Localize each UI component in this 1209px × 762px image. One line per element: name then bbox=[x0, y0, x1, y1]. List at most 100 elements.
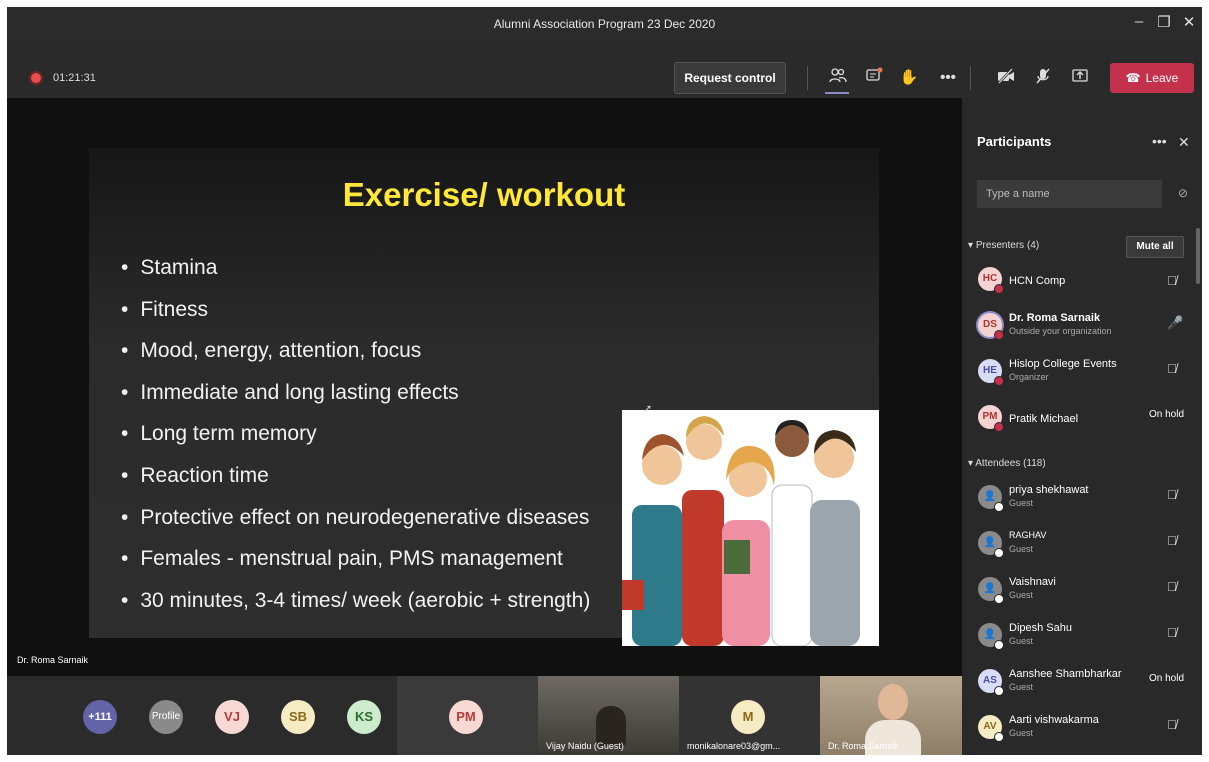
participant-gallery: +111 Profile VJ SB KS PM Vijay Naidu (Gu… bbox=[7, 676, 962, 755]
avatar-ks[interactable]: KS bbox=[347, 700, 381, 734]
profile-avatar[interactable]: Profile bbox=[149, 700, 183, 734]
video-person-face bbox=[878, 684, 908, 720]
minimize-icon[interactable]: – bbox=[1127, 13, 1151, 30]
meeting-timer: 01:21:31 bbox=[53, 72, 96, 84]
mic-off-icon[interactable] bbox=[1032, 67, 1054, 89]
participant-row[interactable]: 👤 Dipesh Sahu Guest 🎙̸ bbox=[962, 616, 1202, 662]
close-icon[interactable]: ✕ bbox=[1177, 13, 1201, 31]
mic-off-icon[interactable]: 🎙̸ bbox=[1167, 273, 1177, 288]
participant-tile-pm[interactable]: PM bbox=[397, 676, 538, 755]
slide-bullet: Protective effect on neurodegenerative d… bbox=[121, 498, 590, 540]
status-dot bbox=[994, 284, 1004, 294]
participant-row[interactable]: AS Aanshee Shambharkar Guest On hold bbox=[962, 662, 1202, 708]
slide-bullet: Females - menstrual pain, PMS management bbox=[121, 539, 590, 581]
mic-on-icon[interactable]: 🎤 bbox=[1167, 315, 1183, 331]
participant-row[interactable]: HE Hislop College Events Organizer 🎙̸ bbox=[962, 352, 1202, 398]
participant-tile-label: monikalonare03@gm... bbox=[687, 741, 781, 751]
slide-bullet-list: Stamina Fitness Mood, energy, attention,… bbox=[121, 248, 590, 622]
slide-bullet: Reaction time bbox=[121, 456, 590, 498]
participant-subtitle: Guest bbox=[1009, 728, 1034, 738]
shared-screen-stage: Exercise/ workout Stamina Fitness Mood, … bbox=[7, 98, 962, 676]
status-dot bbox=[994, 422, 1004, 432]
participant-name: HCN Comp bbox=[1009, 275, 1066, 287]
share-invite-icon[interactable]: ⊘ bbox=[1178, 186, 1188, 200]
participant-search-input[interactable] bbox=[977, 180, 1162, 208]
camera-off-icon[interactable] bbox=[995, 67, 1017, 89]
avatar-pm: PM bbox=[449, 700, 483, 734]
participant-name: Pratik Michael bbox=[1009, 413, 1079, 425]
more-options-icon[interactable]: ••• bbox=[937, 67, 959, 89]
presenter-name-label: Dr. Roma Sarnaik bbox=[17, 655, 89, 665]
slide-bullet: Immediate and long lasting effects bbox=[121, 373, 590, 415]
status-dot bbox=[994, 732, 1004, 742]
presenters-header[interactable]: ▾ Presenters (4) bbox=[968, 240, 1039, 251]
participant-name: Dr. Roma Sarnaik bbox=[1009, 312, 1101, 324]
mic-off-icon[interactable]: 🎙̸ bbox=[1167, 625, 1177, 640]
phone-hangup-icon: ☎ bbox=[1125, 71, 1141, 85]
participant-row[interactable]: PM Pratik Michael On hold bbox=[962, 398, 1202, 444]
mic-off-icon[interactable]: 🎙̸ bbox=[1167, 487, 1177, 502]
slide-bullet: 30 minutes, 3-4 times/ week (aerobic + s… bbox=[121, 581, 590, 623]
status-dot bbox=[994, 686, 1004, 696]
window-title: Alumni Association Program 23 Dec 2020 bbox=[493, 17, 716, 31]
participant-row[interactable]: 👤 Vaishnavi Guest 🎙̸ bbox=[962, 570, 1202, 616]
participant-name: Hislop College Events bbox=[1009, 358, 1117, 370]
video-tile-vijay[interactable]: Vijay Naidu (Guest) bbox=[538, 676, 679, 755]
mic-off-icon[interactable]: 🎙̸ bbox=[1167, 361, 1177, 376]
mic-off-icon[interactable]: 🎙̸ bbox=[1167, 533, 1177, 548]
title-bar: Alumni Association Program 23 Dec 2020 –… bbox=[7, 7, 1202, 40]
slide-bullet: Mood, energy, attention, focus bbox=[121, 331, 590, 373]
status-dot bbox=[994, 548, 1004, 558]
participant-subtitle: Guest bbox=[1009, 498, 1034, 508]
status-dot bbox=[994, 640, 1004, 650]
slide-title: Exercise/ workout bbox=[342, 176, 626, 213]
status-dot bbox=[994, 594, 1004, 604]
participants-icon[interactable] bbox=[827, 67, 849, 89]
leave-button[interactable]: ☎ Leave bbox=[1110, 63, 1194, 93]
participant-name: Vaishnavi bbox=[1009, 576, 1056, 588]
participant-row[interactable]: 👤 priya shekhawat Guest 🎙̸ bbox=[962, 478, 1202, 524]
avatar-vj[interactable]: VJ bbox=[215, 700, 249, 734]
participant-row[interactable]: DS Dr. Roma Sarnaik Outside your organiz… bbox=[962, 306, 1202, 352]
participant-row[interactable]: HC HCN Comp 🎙̸ bbox=[962, 260, 1202, 306]
status-dot bbox=[994, 330, 1004, 340]
participant-name: Dipesh Sahu bbox=[1009, 622, 1072, 634]
mouse-cursor-icon: ➚ bbox=[643, 403, 653, 415]
raise-hand-icon[interactable]: ✋ bbox=[898, 67, 920, 89]
participant-tile-monika[interactable]: M monikalonare03@gm... bbox=[679, 676, 820, 755]
restore-icon[interactable]: ❐ bbox=[1152, 13, 1176, 31]
more-participants-badge[interactable]: +111 bbox=[83, 700, 117, 734]
participants-panel: Participants ••• ✕ ⊘ ▾ Presenters (4) Mu… bbox=[962, 98, 1202, 755]
panel-close-icon[interactable]: ✕ bbox=[1178, 134, 1190, 151]
recording-icon bbox=[29, 71, 43, 85]
participant-name: RAGHAV bbox=[1009, 530, 1047, 540]
chat-icon[interactable] bbox=[863, 67, 885, 89]
video-tile-label: Vijay Naidu (Guest) bbox=[546, 741, 624, 751]
attendees-header[interactable]: ▾ Attendees (118) bbox=[968, 458, 1046, 469]
panel-title: Participants bbox=[977, 134, 1052, 149]
mic-off-icon[interactable]: 🎙̸ bbox=[1167, 579, 1177, 594]
toolbar-divider bbox=[807, 66, 808, 90]
panel-scrollbar[interactable] bbox=[1196, 228, 1200, 284]
participant-row[interactable]: 👤 RAGHAV Guest 🎙̸ bbox=[962, 524, 1202, 570]
share-screen-icon[interactable] bbox=[1069, 67, 1091, 89]
mute-all-button[interactable]: Mute all bbox=[1126, 236, 1184, 258]
panel-more-icon[interactable]: ••• bbox=[1152, 133, 1167, 149]
students-illustration bbox=[622, 410, 879, 646]
video-tile-label: Dr. Roma Sarnaik bbox=[828, 741, 900, 751]
presenters-header-label: Presenters (4) bbox=[975, 240, 1040, 251]
leave-label: Leave bbox=[1145, 71, 1179, 85]
video-tile-roma[interactable]: Dr. Roma Sarnaik bbox=[820, 676, 962, 755]
toolbar-divider bbox=[970, 66, 971, 90]
participant-row[interactable]: AV Aarti vishwakarma Guest 🎙̸ bbox=[962, 708, 1202, 754]
mic-off-icon[interactable]: 🎙̸ bbox=[1167, 717, 1177, 732]
attendees-header-label: Attendees (118) bbox=[975, 458, 1046, 469]
request-control-button[interactable]: Request control bbox=[674, 62, 786, 94]
participant-subtitle: Organizer bbox=[1009, 372, 1049, 382]
participant-subtitle: Guest bbox=[1009, 590, 1034, 600]
participant-subtitle: Guest bbox=[1009, 682, 1034, 692]
slide-bullet: Fitness bbox=[121, 290, 590, 332]
participant-subtitle: Outside your organization bbox=[1009, 326, 1112, 336]
status-dot bbox=[994, 376, 1004, 386]
avatar-sb[interactable]: SB bbox=[281, 700, 315, 734]
